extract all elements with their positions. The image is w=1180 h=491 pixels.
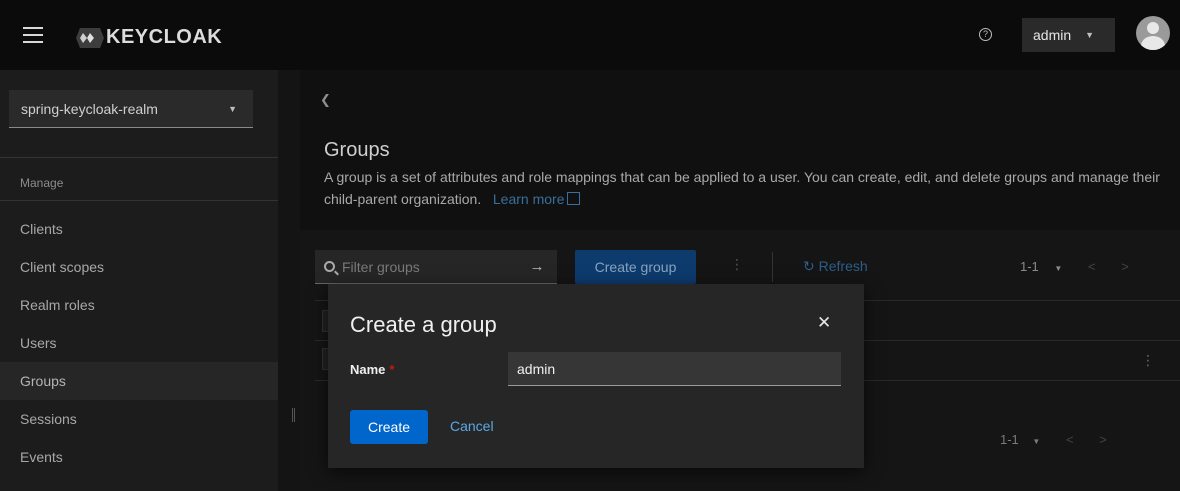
group-name-input[interactable] [508,352,841,386]
name-field-label: Name * [350,362,394,377]
search-input[interactable]: Filter groups [315,250,517,284]
create-button[interactable]: Create [350,410,428,444]
name-label-text: Name [350,362,386,377]
sidebar: spring-keycloak-realm ▼ Manage Clients C… [0,70,278,491]
modal-title: Create a group [350,312,497,337]
hamburger-menu-icon[interactable] [23,27,43,43]
kebab-menu-icon[interactable]: ⋮ [730,256,744,273]
external-link-icon [567,192,581,205]
search-icon [324,261,335,272]
chevron-left-icon[interactable]: < [1088,259,1096,274]
masthead: KEYCLOAK ? admin ▼ [0,0,1180,70]
pagination-range: 1-1 [1000,432,1019,447]
caret-down-icon: ▼ [1032,437,1041,446]
avatar[interactable] [1136,16,1170,50]
learn-more-link[interactable]: Learn more [493,191,581,207]
sidebar-item-clients[interactable]: Clients [0,210,278,248]
divider [772,252,773,282]
keycloak-logo-icon [76,27,104,48]
caret-down-icon: ▼ [1085,30,1095,40]
user-name: admin [1033,27,1072,43]
realm-name: spring-keycloak-realm [21,100,158,117]
close-icon[interactable]: ✕ [817,313,831,333]
nav-group-title: Manage [20,176,64,190]
pagination-bottom[interactable]: 1-1 ▼ < > [1000,432,1107,447]
row-kebab-icon[interactable]: ⋮ [1141,352,1155,369]
caret-down-icon: ▼ [1054,264,1063,273]
caret-down-icon: ▼ [228,104,237,114]
pagination-top[interactable]: 1-1 ▼ < > [1020,259,1129,274]
description-text: A group is a set of attributes and role … [324,169,1160,207]
chevron-right-icon[interactable]: > [1099,432,1107,447]
divider [0,200,278,201]
keycloak-logo[interactable]: KEYCLOAK [76,26,222,49]
page-description: A group is a set of attributes and role … [324,166,1174,210]
search-submit-button[interactable]: → [517,250,557,284]
create-group-button[interactable]: Create group [575,250,696,284]
divider [0,157,278,158]
refresh-label: Refresh [818,258,868,274]
chevron-right-icon[interactable]: > [1121,259,1129,274]
sidebar-item-sessions[interactable]: Sessions [0,400,278,438]
brand-name: KEYCLOAK [106,26,223,48]
sidebar-item-events[interactable]: Events [0,438,278,476]
chevron-left-icon[interactable]: < [1066,432,1074,447]
chevron-left-icon[interactable]: ❮ [320,92,331,108]
help-icon[interactable]: ? [979,28,992,41]
sidebar-item-realm-roles[interactable]: Realm roles [0,286,278,324]
learn-more-label: Learn more [492,191,565,207]
sidebar-item-client-scopes[interactable]: Client scopes [0,248,278,286]
page-title: Groups [324,139,390,161]
realm-selector[interactable]: spring-keycloak-realm ▼ [9,90,253,128]
resize-handle[interactable] [292,408,295,422]
sidebar-edge [278,70,300,491]
create-group-modal: Create a group ✕ Name* Create Cancel [328,284,864,468]
search-placeholder: Filter groups [342,258,420,275]
refresh-button[interactable]: ↻ Refresh [803,258,868,275]
user-menu-toggle[interactable]: admin ▼ [1022,18,1115,52]
required-indicator: * [389,362,395,377]
sidebar-item-groups[interactable]: Groups [0,362,278,400]
cancel-button[interactable]: Cancel [450,418,494,434]
pagination-range: 1-1 [1020,259,1039,274]
sidebar-item-users[interactable]: Users [0,324,278,362]
